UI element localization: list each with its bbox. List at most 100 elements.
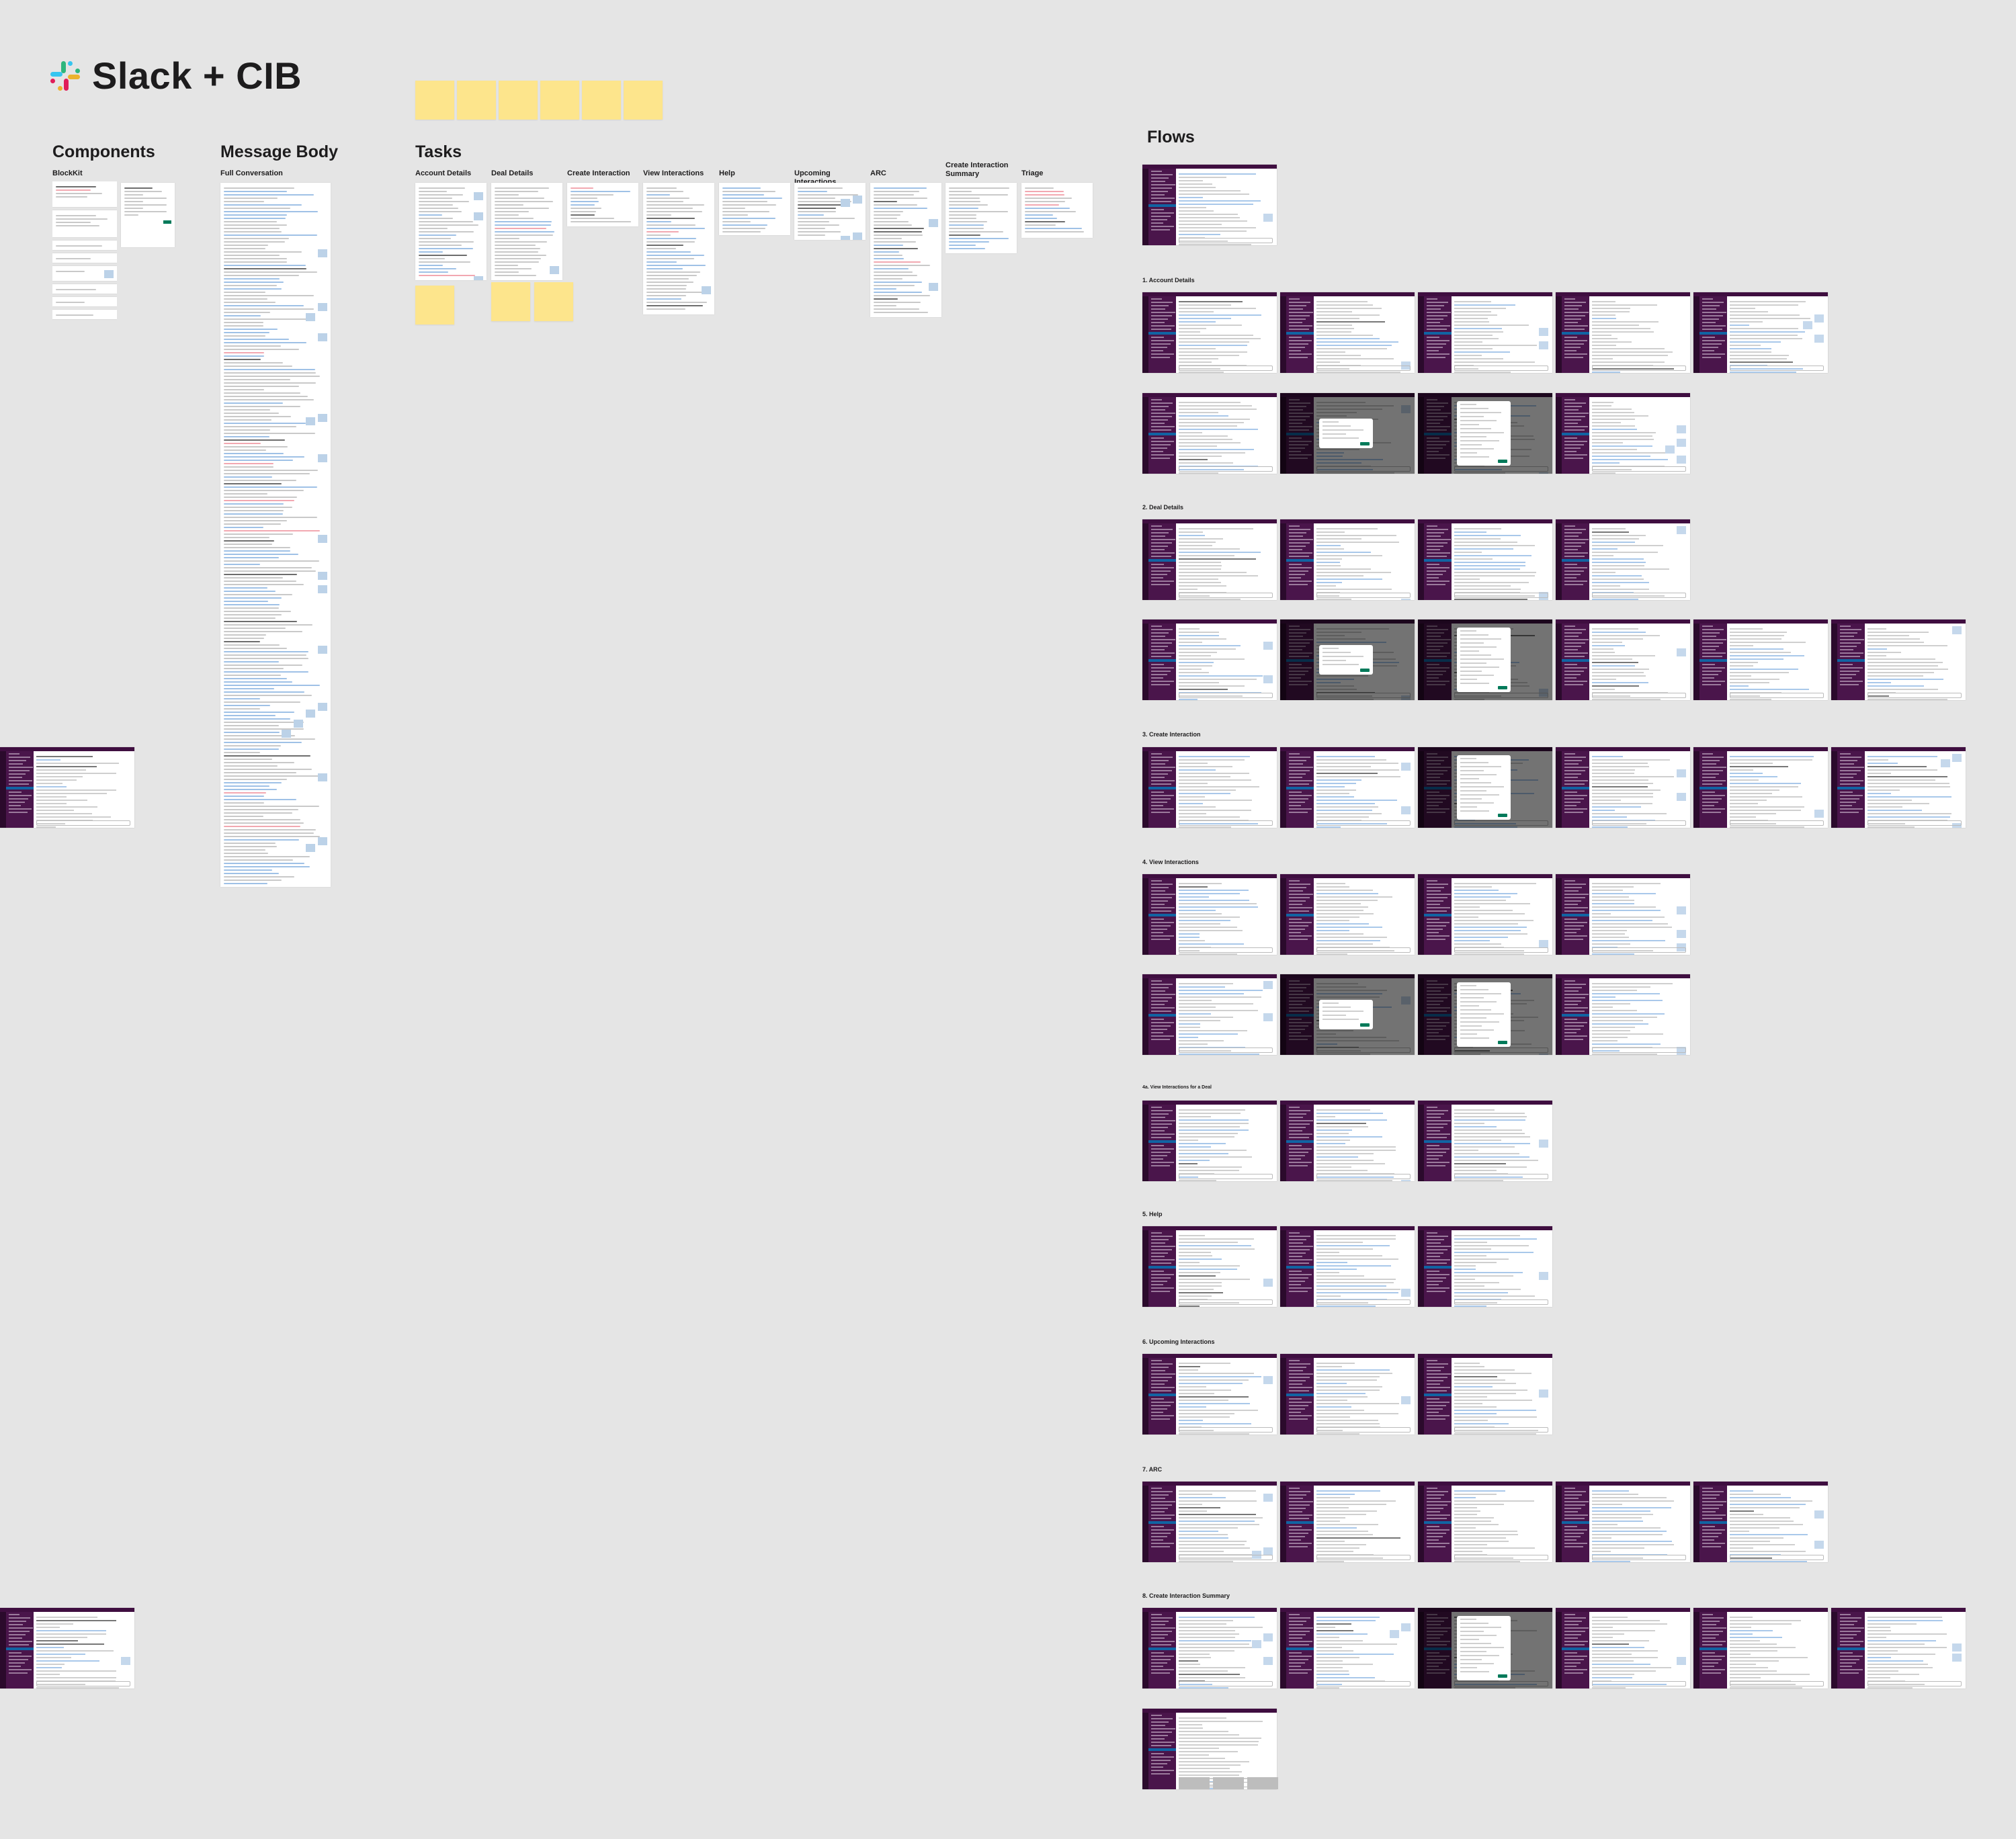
slack-screenshot[interactable] <box>1556 874 1690 955</box>
flow-label-help: 5. Help <box>1142 1211 1163 1217</box>
slack-screenshot[interactable] <box>1142 1226 1277 1307</box>
slack-screenshot[interactable] <box>1280 393 1415 474</box>
slack-screenshot[interactable] <box>1418 519 1552 600</box>
flow-label-upcoming-interactions: 6. Upcoming Interactions <box>1142 1338 1215 1345</box>
message-body-heading: Message Body <box>220 142 339 161</box>
sticky-note[interactable] <box>491 282 530 321</box>
sticky-note[interactable] <box>534 282 573 321</box>
task-label-account-details: Account Details <box>415 169 472 177</box>
sticky-note[interactable] <box>415 81 454 120</box>
slack-screenshot[interactable] <box>1556 974 1690 1055</box>
slack-screenshot[interactable] <box>1142 747 1277 828</box>
slack-screenshot[interactable] <box>1142 165 1277 245</box>
placeholder-block <box>1179 1777 1210 1789</box>
slack-screenshot[interactable] <box>1142 874 1277 955</box>
slack-screenshot[interactable] <box>1280 1354 1415 1435</box>
flow-label-view-interactions-deal: 4a. View Interactions for a Deal <box>1142 1085 1212 1090</box>
task-label-triage: Triage <box>1021 169 1044 177</box>
slack-screenshot[interactable] <box>1831 1608 1966 1688</box>
sticky-note[interactable] <box>582 81 621 120</box>
slack-screenshot[interactable] <box>1693 292 1828 373</box>
slack-screenshot[interactable] <box>1142 292 1277 373</box>
flow-label-account-details: 1. Account Details <box>1142 277 1195 284</box>
slack-screenshot[interactable] <box>1280 1482 1415 1562</box>
flow-label-create-interaction: 3. Create Interaction <box>1142 731 1201 738</box>
task-panel-create-interaction-summary[interactable] <box>946 183 1017 253</box>
sticky-note[interactable] <box>457 81 496 120</box>
slack-screenshot[interactable] <box>1831 619 1966 700</box>
sticky-note[interactable] <box>415 286 454 325</box>
slack-screenshot[interactable] <box>1556 747 1690 828</box>
slack-screenshot[interactable] <box>1418 1482 1552 1562</box>
slack-screenshot[interactable] <box>1280 1608 1415 1688</box>
task-label-deal-details: Deal Details <box>491 169 534 177</box>
sticky-note[interactable] <box>540 81 579 120</box>
slack-screenshot[interactable] <box>1142 393 1277 474</box>
slack-screenshot[interactable] <box>1142 1608 1277 1688</box>
slack-screenshot[interactable] <box>1142 519 1277 600</box>
task-label-help: Help <box>719 169 735 177</box>
slack-screenshot[interactable] <box>1831 747 1966 828</box>
slack-screenshot[interactable] <box>1556 619 1690 700</box>
slack-screenshot[interactable] <box>1280 292 1415 373</box>
flow-label-deal-details: 2. Deal Details <box>1142 504 1184 511</box>
slack-screenshot[interactable] <box>1693 619 1828 700</box>
slack-screenshot[interactable] <box>1142 619 1277 700</box>
slack-screenshot[interactable] <box>1280 874 1415 955</box>
task-label-create-interaction-summary: Create Interaction Summary <box>946 161 1009 178</box>
slack-screenshot[interactable] <box>1142 1354 1277 1435</box>
slack-screenshot[interactable] <box>1280 619 1415 700</box>
slack-logo-icon <box>50 60 80 91</box>
task-panel-deal-details[interactable] <box>491 183 562 280</box>
slack-screenshot[interactable] <box>1693 747 1828 828</box>
slack-screenshot[interactable] <box>1556 393 1690 474</box>
components-heading: Components <box>52 142 155 161</box>
slack-screenshot[interactable] <box>1418 974 1552 1055</box>
slack-screenshot[interactable] <box>1280 1226 1415 1307</box>
modal-component <box>121 183 175 247</box>
slack-screenshot[interactable] <box>1418 292 1552 373</box>
task-panel-help[interactable] <box>719 183 790 235</box>
task-panel-view-interactions[interactable] <box>643 183 714 314</box>
task-panel-triage[interactable] <box>1021 183 1093 238</box>
slack-screenshot[interactable] <box>1418 1354 1552 1435</box>
slack-screenshot[interactable] <box>1418 1608 1552 1688</box>
full-conversation-label: Full Conversation <box>220 169 283 177</box>
task-panel-create-interaction[interactable] <box>567 183 638 226</box>
sticky-note[interactable] <box>499 81 538 120</box>
slack-screenshot[interactable] <box>1556 292 1690 373</box>
task-panel-upcoming-interactions[interactable] <box>794 183 866 240</box>
slack-screenshot[interactable] <box>1418 393 1552 474</box>
blockkit-components <box>52 181 117 326</box>
slack-screenshot[interactable] <box>1142 974 1277 1055</box>
slack-screenshot[interactable] <box>1418 1101 1552 1181</box>
slack-screenshot[interactable] <box>0 747 134 828</box>
slack-screenshot[interactable] <box>1280 1101 1415 1181</box>
slack-screenshot[interactable] <box>1556 519 1690 600</box>
slack-screenshot[interactable] <box>1556 1608 1690 1688</box>
slack-screenshot[interactable] <box>1280 747 1415 828</box>
slack-screenshot[interactable] <box>1693 1608 1828 1688</box>
sticky-note[interactable] <box>624 81 663 120</box>
blockkit-label: BlockKit <box>52 169 83 177</box>
slack-screenshot[interactable] <box>1418 1226 1552 1307</box>
slack-screenshot[interactable] <box>1280 974 1415 1055</box>
placeholder-block <box>1247 1777 1278 1789</box>
slack-screenshot[interactable] <box>1142 1482 1277 1562</box>
task-panel-arc[interactable] <box>870 183 941 317</box>
slack-screenshot[interactable] <box>1280 519 1415 600</box>
slack-screenshot[interactable] <box>1693 1482 1828 1562</box>
task-label-create-interaction: Create Interaction <box>567 169 630 177</box>
flow-label-create-interaction-summary: 8. Create Interaction Summary <box>1142 1592 1230 1599</box>
slack-screenshot[interactable] <box>1418 619 1552 700</box>
slack-screenshot[interactable] <box>1418 747 1552 828</box>
slack-screenshot[interactable] <box>1556 1482 1690 1562</box>
task-panel-account-details[interactable] <box>415 183 487 280</box>
task-label-arc: ARC <box>870 169 886 177</box>
app-title-text: Slack + CIB <box>92 54 302 97</box>
slack-screenshot[interactable] <box>1418 874 1552 955</box>
full-conversation-panel[interactable] <box>220 183 331 887</box>
slack-screenshot[interactable] <box>1142 1101 1277 1181</box>
slack-screenshot[interactable] <box>0 1608 134 1688</box>
flows-heading: Flows <box>1147 128 1195 146</box>
